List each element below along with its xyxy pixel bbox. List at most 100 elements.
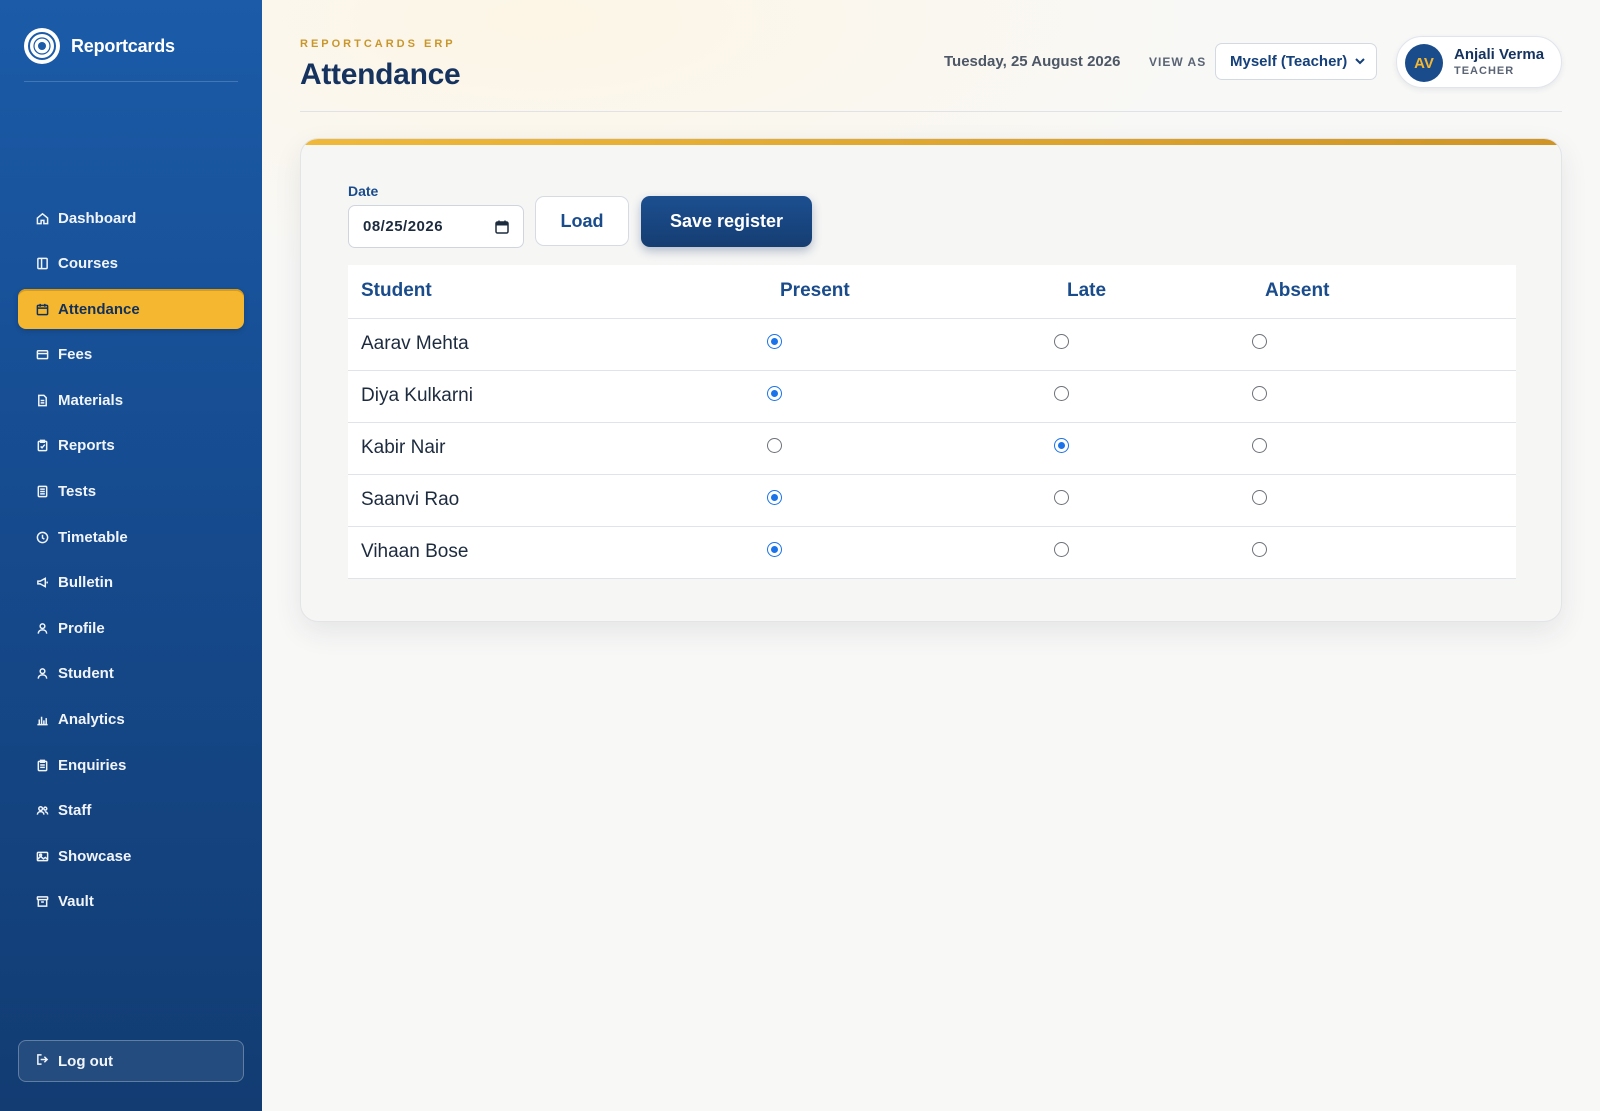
sidebar-item-fees[interactable]: Fees xyxy=(18,335,244,375)
absent-cell xyxy=(1252,370,1516,423)
column-header-student: Student xyxy=(348,265,767,319)
present-cell xyxy=(767,526,1054,579)
sidebar-item-attendance[interactable]: Attendance xyxy=(18,289,244,330)
sidebar-item-label: Fees xyxy=(58,346,93,364)
absent-cell xyxy=(1252,526,1516,579)
student-name: Aarav Mehta xyxy=(348,318,767,371)
present-radio[interactable] xyxy=(767,438,782,453)
late-radio[interactable] xyxy=(1054,334,1069,349)
users-icon xyxy=(35,804,49,818)
brand-name: Reportcards xyxy=(71,35,175,56)
user-icon xyxy=(35,621,49,635)
view-as-label: VIEW AS xyxy=(1149,55,1207,69)
logout-button[interactable]: Log out xyxy=(18,1040,244,1082)
sidebar-item-label: Staff xyxy=(58,802,92,820)
sidebar-item-label: Bulletin xyxy=(58,574,113,592)
absent-cell xyxy=(1252,422,1516,475)
late-radio[interactable] xyxy=(1054,438,1069,453)
calendar-picker-icon[interactable] xyxy=(495,220,509,234)
sidebar-item-courses[interactable]: Courses xyxy=(18,244,244,284)
sidebar-item-vault[interactable]: Vault xyxy=(18,882,244,922)
wallet-icon xyxy=(35,348,49,362)
view-as-select[interactable]: Myself (Teacher) xyxy=(1215,43,1377,80)
date-value: 08/25/2026 xyxy=(363,218,444,235)
table-row: Vihaan Bose xyxy=(348,526,1516,579)
absent-radio[interactable] xyxy=(1252,542,1267,557)
sidebar-item-timetable[interactable]: Timetable xyxy=(18,517,244,557)
attendance-table: Student Present Late Absent Aarav Mehta D… xyxy=(348,265,1516,579)
sidebar-item-label: Student xyxy=(58,665,114,683)
present-cell xyxy=(767,370,1054,423)
absent-radio[interactable] xyxy=(1252,490,1267,505)
home-icon xyxy=(35,211,49,225)
sidebar-item-label: Reports xyxy=(58,437,115,455)
sidebar-item-label: Enquiries xyxy=(58,756,127,774)
late-radio[interactable] xyxy=(1054,386,1069,401)
sidebar-item-label: Dashboard xyxy=(58,209,137,227)
logo-icon xyxy=(24,28,60,64)
late-cell xyxy=(1054,422,1252,475)
absent-cell xyxy=(1252,318,1516,371)
sidebar-item-showcase[interactable]: Showcase xyxy=(18,836,244,876)
sidebar-item-dashboard[interactable]: Dashboard xyxy=(18,198,244,238)
sidebar-item-analytics[interactable]: Analytics xyxy=(18,700,244,740)
student-name: Vihaan Bose xyxy=(348,526,767,579)
sidebar-item-enquiries[interactable]: Enquiries xyxy=(18,745,244,785)
view-as-value: Myself (Teacher) xyxy=(1230,53,1348,70)
sidebar-item-student[interactable]: Student xyxy=(18,654,244,694)
sidebar-item-profile[interactable]: Profile xyxy=(18,608,244,648)
sidebar-item-staff[interactable]: Staff xyxy=(18,791,244,831)
divider xyxy=(24,81,238,82)
user-chip[interactable]: AV Anjali Verma TEACHER xyxy=(1396,36,1562,88)
user-name: Anjali Verma xyxy=(1454,46,1545,63)
present-cell xyxy=(767,474,1054,527)
test-sheet-icon xyxy=(35,485,49,499)
present-cell xyxy=(767,318,1054,371)
late-cell xyxy=(1054,474,1252,527)
sidebar-item-materials[interactable]: Materials xyxy=(18,380,244,420)
sidebar-item-label: Profile xyxy=(58,619,105,637)
logout-icon xyxy=(36,1053,49,1070)
sidebar-item-reports[interactable]: Reports xyxy=(18,426,244,466)
sidebar-item-label: Timetable xyxy=(58,528,128,546)
sidebar: Reportcards Dashboard Courses Attendance Fe… xyxy=(0,0,262,1111)
sidebar-item-label: Materials xyxy=(58,391,124,409)
user-role: TEACHER xyxy=(1454,65,1515,77)
brand[interactable]: Reportcards xyxy=(24,28,175,64)
calendar-icon xyxy=(35,302,49,316)
sidebar-nav: Dashboard Courses Attendance Fees Materials R… xyxy=(18,198,244,928)
absent-radio[interactable] xyxy=(1252,386,1267,401)
table-header-row: Student Present Late Absent xyxy=(348,265,1516,319)
late-cell xyxy=(1054,318,1252,371)
attendance-card: Date 08/25/2026 Load Save register Stude… xyxy=(300,138,1562,622)
clock-icon xyxy=(35,530,49,544)
load-button[interactable]: Load xyxy=(535,196,629,246)
student-name: Kabir Nair xyxy=(348,422,767,475)
date-input[interactable]: 08/25/2026 xyxy=(348,205,524,248)
table-row: Aarav Mehta xyxy=(348,318,1516,371)
sidebar-item-bulletin[interactable]: Bulletin xyxy=(18,563,244,603)
late-radio[interactable] xyxy=(1054,490,1069,505)
current-date: Tuesday, 25 August 2026 xyxy=(944,53,1121,70)
sidebar-item-label: Tests xyxy=(58,483,97,501)
late-cell xyxy=(1054,370,1252,423)
book-icon xyxy=(35,257,49,271)
card-accent-bar xyxy=(301,139,1561,145)
date-label: Date xyxy=(348,183,379,199)
present-radio[interactable] xyxy=(767,334,782,349)
absent-radio[interactable] xyxy=(1252,438,1267,453)
present-radio[interactable] xyxy=(767,386,782,401)
late-radio[interactable] xyxy=(1054,542,1069,557)
sidebar-item-tests[interactable]: Tests xyxy=(18,472,244,512)
present-cell xyxy=(767,422,1054,475)
clipboard-list-icon xyxy=(35,758,49,772)
present-radio[interactable] xyxy=(767,490,782,505)
student-name: Diya Kulkarni xyxy=(348,370,767,423)
avatar: AV xyxy=(1405,44,1443,82)
save-register-button[interactable]: Save register xyxy=(641,196,812,247)
absent-radio[interactable] xyxy=(1252,334,1267,349)
present-radio[interactable] xyxy=(767,542,782,557)
archive-icon xyxy=(35,895,49,909)
header-divider xyxy=(300,111,1562,112)
clipboard-icon xyxy=(35,439,49,453)
